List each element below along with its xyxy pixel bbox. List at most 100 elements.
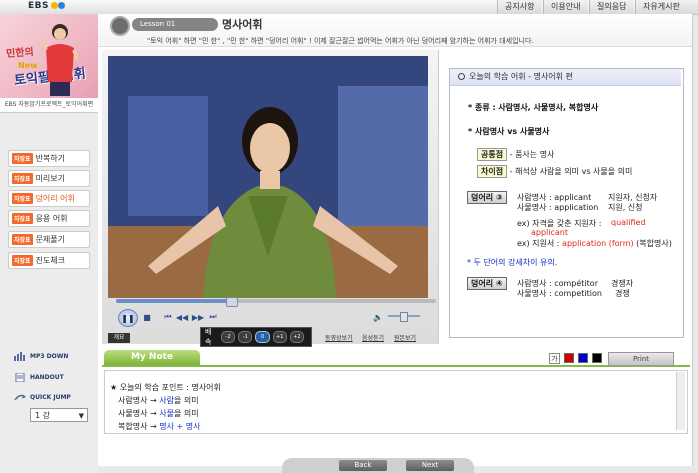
- menu-quiz[interactable]: 자장표 문제풀기: [8, 231, 90, 248]
- menu-preview[interactable]: 자장표 미리보기: [8, 170, 90, 187]
- note-text: ★ 오늘의 학습 포인트 : 명사어휘: [110, 383, 221, 392]
- stress-tip: * 두 단어의 강세차이 유의.: [467, 258, 558, 267]
- nav-qna[interactable]: 질의응답: [589, 0, 634, 14]
- stop-button[interactable]: ■: [142, 310, 152, 324]
- jump-arrow-icon: [14, 394, 26, 401]
- color-black-swatch[interactable]: [592, 353, 602, 363]
- page-subtitle: "토익 어휘" 하면 "민 한" , "민 한" 하면 "덩어리 어휘" ! 이…: [147, 37, 534, 45]
- menu-label: 미리보기: [35, 174, 66, 183]
- note-highlight: 명사 + 명사: [159, 422, 201, 431]
- logo-dot-icon: [58, 2, 65, 9]
- example2-prefix: ex) 지원서 :: [517, 239, 560, 248]
- content-header: 오늘의 학습 어휘 - 명사어휘 편: [450, 69, 681, 86]
- skip-forward-icon: ⏭: [209, 312, 217, 321]
- lesson-select[interactable]: 1 강 ▼: [30, 408, 88, 422]
- pause-button[interactable]: ❚❚: [118, 309, 138, 327]
- pause-icon: ❚❚: [121, 313, 135, 323]
- quick-jump-label: QUICK JUMP: [30, 394, 71, 401]
- menu-applied-vocab[interactable]: 자장표 응용 어휘: [8, 210, 90, 227]
- overview-button[interactable]: 개요: [108, 333, 130, 343]
- menu-tag: 자장표: [12, 153, 33, 164]
- chunk4-row2-word: 사물명사 : competition: [517, 289, 602, 298]
- menu-progress-check[interactable]: 자장표 진도체크: [8, 252, 90, 269]
- note-text: 을 의미: [173, 396, 199, 405]
- fast-forward-icon: ▶▶: [191, 312, 205, 322]
- forward-button[interactable]: ▶▶: [191, 310, 205, 324]
- content-header-text: 오늘의 학습 어휘 - 명사어휘 편: [469, 72, 573, 81]
- handout-button[interactable]: HANDOUT: [14, 373, 64, 382]
- quick-jump-button[interactable]: QUICK JUMP: [14, 393, 71, 402]
- common-badge: 공통점: [477, 148, 508, 161]
- link-audio[interactable]: 음성듣기: [362, 333, 384, 342]
- course-banner[interactable]: 민한의 New 토익필수어휘: [0, 14, 98, 98]
- progress-handle[interactable]: [226, 297, 239, 307]
- print-button[interactable]: Print: [608, 352, 674, 366]
- color-blue-swatch[interactable]: [578, 353, 588, 363]
- compare-heading: * 사람명사 vs 사물명사: [468, 126, 549, 137]
- kinds-label: * 종류 :: [468, 103, 496, 112]
- speed-option[interactable]: +1: [272, 331, 287, 343]
- speed-option[interactable]: +2: [289, 331, 305, 343]
- link-original[interactable]: 원본보기: [394, 333, 416, 342]
- menu-repeat[interactable]: 자장표 반복하기: [8, 150, 90, 167]
- skip-back-icon: ⏮: [164, 312, 172, 321]
- volume-button[interactable]: 🔈: [372, 310, 384, 324]
- noun-kinds: * 종류 : 사람명사, 사물명사, 복합명사: [468, 102, 598, 113]
- circle-bullet-icon: [458, 73, 465, 80]
- note-text: 사물명사 →: [118, 409, 160, 418]
- rewind-icon: ◀◀: [175, 312, 189, 322]
- rewind-button[interactable]: ◀◀: [175, 310, 189, 324]
- next-button[interactable]: ⏭: [208, 310, 218, 324]
- menu-tag: 자장표: [12, 173, 33, 184]
- stop-icon: ■: [143, 312, 151, 322]
- kinds-value: 사람명사, 사물명사, 복합명사: [498, 103, 599, 112]
- page-title: 명사어휘: [222, 18, 263, 31]
- note-text: 복합명사 →: [118, 422, 160, 431]
- note-scrollbar[interactable]: [676, 372, 685, 430]
- previous-button[interactable]: ⏮: [163, 310, 173, 324]
- lecture-video-frame: [108, 56, 428, 298]
- link-video[interactable]: 동영상보기: [325, 333, 353, 342]
- menu-chunk-vocab[interactable]: 자장표 덩어리 어휘: [8, 190, 90, 207]
- nav-guide[interactable]: 이용안내: [543, 0, 588, 14]
- progress-fill: [116, 299, 232, 303]
- nav-notice[interactable]: 공지사항: [497, 0, 542, 14]
- menu-tag: 자장표: [12, 255, 33, 266]
- my-note-tab[interactable]: My Note: [104, 350, 200, 365]
- logo-dot-icon: [51, 2, 58, 9]
- chunk3-row2-word: 사물명사 : application: [517, 203, 599, 212]
- font-size-button[interactable]: 가: [549, 353, 560, 364]
- note-highlight: 사물: [159, 409, 174, 418]
- instructor-figure-icon: [40, 24, 78, 96]
- next-page-button[interactable]: Next: [406, 460, 454, 471]
- speed-control: 배속 -2 -1 0 +1 +2: [200, 327, 312, 347]
- example1-answer: qualified applicant: [531, 218, 646, 237]
- volume-handle[interactable]: [400, 312, 408, 322]
- lesson-select-value: 1 강: [35, 411, 50, 420]
- mp3-label: MP3 DOWN: [30, 353, 69, 360]
- speed-option-selected[interactable]: 0: [255, 331, 270, 343]
- mp3-download-button[interactable]: MP3 DOWN: [14, 352, 68, 361]
- speed-option[interactable]: -2: [221, 331, 236, 343]
- note-line: 사물명사 → 사물을 의미: [118, 408, 199, 419]
- difference-row: 차이점 - 해석상 사람을 의미 vs 사물을 의미: [477, 165, 632, 178]
- menu-label: 덩어리 어휘: [35, 194, 75, 203]
- video-player[interactable]: [108, 56, 428, 298]
- menu-label: 진도체크: [35, 256, 66, 265]
- menu-label: 반복하기: [35, 154, 66, 163]
- color-red-swatch[interactable]: [564, 353, 574, 363]
- film-reel-icon: [110, 16, 130, 36]
- speaker-icon: 🔈: [373, 312, 383, 322]
- ebs-logo[interactable]: EBS: [28, 1, 65, 13]
- speed-option[interactable]: -1: [238, 331, 253, 343]
- menu-tag: 자장표: [12, 193, 33, 204]
- note-text: 사람명사 →: [118, 396, 160, 405]
- example2-suffix: (복합명사): [636, 239, 672, 248]
- chunk4-row2-meaning: 경쟁: [615, 289, 630, 298]
- note-line: 복합명사 → 명사 + 명사: [118, 421, 200, 432]
- chunk3-row2-meaning: 지원, 신청: [608, 203, 643, 212]
- back-button[interactable]: Back: [339, 460, 387, 471]
- lesson-number: Lesson 01: [132, 18, 218, 31]
- handout-label: HANDOUT: [30, 374, 64, 381]
- nav-free-board[interactable]: 자유게시판: [635, 0, 698, 14]
